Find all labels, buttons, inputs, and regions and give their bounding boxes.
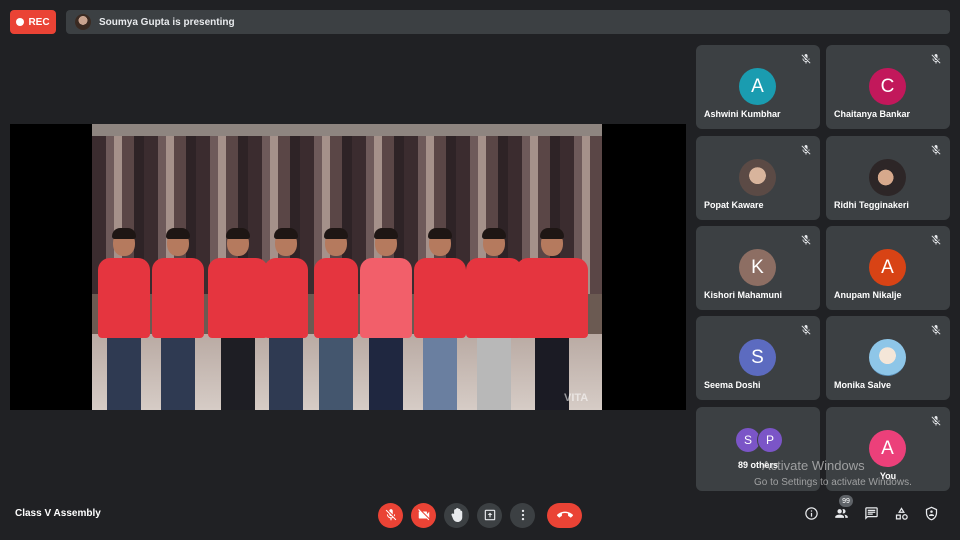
avatar-photo bbox=[739, 159, 776, 196]
participant-tile[interactable]: Popat Kaware bbox=[696, 136, 820, 220]
participant-tile[interactable]: K Kishori Mahamuni bbox=[696, 226, 820, 310]
leave-call-button[interactable] bbox=[547, 502, 582, 528]
camera-toggle-button[interactable] bbox=[411, 502, 436, 528]
participant-name: Popat Kaware bbox=[704, 200, 764, 210]
child-figure bbox=[314, 228, 358, 410]
mic-off-icon bbox=[931, 145, 941, 155]
people-button[interactable]: 99 bbox=[833, 495, 853, 521]
meeting-details-button[interactable] bbox=[803, 505, 819, 521]
host-controls-icon bbox=[925, 506, 937, 520]
chat-icon bbox=[864, 506, 878, 520]
activate-title: Activate Windows bbox=[762, 458, 865, 473]
participant-tile[interactable]: S Seema Doshi bbox=[696, 316, 820, 400]
participant-name: Ridhi Tegginakeri bbox=[834, 200, 909, 210]
presenter-text: Soumya Gupta is presenting bbox=[99, 16, 235, 28]
participant-name: Kishori Mahamuni bbox=[704, 290, 783, 300]
participant-tile[interactable]: A Anupam Nikalje bbox=[826, 226, 950, 310]
child-figure bbox=[414, 228, 466, 410]
activities-icon bbox=[895, 506, 908, 520]
present-now-button[interactable] bbox=[477, 502, 502, 528]
participant-name: Seema Doshi bbox=[704, 380, 761, 390]
avatar: S bbox=[739, 339, 776, 376]
child-figure bbox=[360, 228, 412, 410]
child-figure bbox=[98, 228, 150, 410]
participant-tile[interactable]: Ridhi Tegginakeri bbox=[826, 136, 950, 220]
avatar: A bbox=[869, 249, 906, 286]
camera-off-icon bbox=[417, 509, 429, 521]
ceiling bbox=[92, 124, 602, 136]
recording-label: REC bbox=[28, 16, 50, 28]
side-panel-controls: 99 bbox=[803, 495, 939, 521]
presenter-avatar bbox=[75, 14, 91, 30]
info-icon bbox=[804, 506, 818, 520]
mic-off-icon bbox=[931, 54, 941, 64]
recording-indicator: REC bbox=[10, 10, 56, 34]
child-figure bbox=[264, 228, 308, 410]
record-dot-icon bbox=[16, 18, 25, 26]
activate-windows-watermark: Activate Windows Go to Settings to activ… bbox=[754, 458, 912, 488]
avatar: P bbox=[757, 427, 783, 453]
chat-button[interactable] bbox=[863, 505, 879, 521]
people-count-badge: 99 bbox=[839, 495, 853, 507]
avatar-photo bbox=[869, 339, 906, 376]
participant-name: Anupam Nikalje bbox=[834, 290, 902, 300]
mic-off-icon bbox=[385, 509, 396, 521]
end-call-icon bbox=[556, 511, 573, 518]
host-controls-button[interactable] bbox=[923, 505, 939, 521]
mic-off-icon bbox=[801, 325, 811, 335]
raise-hand-button[interactable] bbox=[444, 502, 469, 528]
mic-off-icon bbox=[801, 54, 811, 64]
mic-toggle-button[interactable] bbox=[378, 502, 403, 528]
activities-button[interactable] bbox=[893, 505, 909, 521]
avatar: C bbox=[869, 68, 906, 105]
people-icon bbox=[834, 508, 848, 518]
mic-off-icon bbox=[931, 235, 941, 245]
present-icon bbox=[484, 509, 495, 521]
more-options-icon bbox=[521, 509, 524, 521]
child-figure bbox=[516, 228, 588, 410]
mic-off-icon bbox=[931, 325, 941, 335]
mic-off-icon bbox=[931, 416, 941, 426]
presentation-stage: VITA bbox=[10, 124, 686, 410]
presented-video: VITA bbox=[92, 124, 602, 410]
presenter-banner[interactable]: Soumya Gupta is presenting bbox=[66, 10, 950, 34]
child-figure bbox=[152, 228, 204, 410]
raise-hand-icon bbox=[450, 508, 462, 522]
more-options-button[interactable] bbox=[510, 502, 535, 528]
participant-tile[interactable]: Monika Salve bbox=[826, 316, 950, 400]
mic-off-icon bbox=[801, 145, 811, 155]
participant-name: Monika Salve bbox=[834, 380, 892, 390]
child-figure bbox=[208, 228, 268, 410]
avatar: K bbox=[739, 249, 776, 286]
participant-grid: A Ashwini Kumbhar C Chaitanya Bankar Pop… bbox=[696, 45, 950, 491]
mic-off-icon bbox=[801, 235, 811, 245]
participant-name: Chaitanya Bankar bbox=[834, 109, 911, 119]
video-watermark: VITA bbox=[564, 392, 589, 404]
participant-name: Ashwini Kumbhar bbox=[704, 109, 781, 119]
child-figure bbox=[466, 228, 522, 410]
avatar: A bbox=[739, 68, 776, 105]
others-avatars: S P bbox=[735, 427, 783, 453]
participant-tile[interactable]: A Ashwini Kumbhar bbox=[696, 45, 820, 129]
avatar-photo bbox=[869, 159, 906, 196]
meeting-title: Class V Assembly bbox=[15, 508, 101, 519]
participant-tile[interactable]: C Chaitanya Bankar bbox=[826, 45, 950, 129]
activate-subtitle: Go to Settings to activate Windows. bbox=[754, 477, 912, 488]
call-controls bbox=[378, 502, 582, 528]
